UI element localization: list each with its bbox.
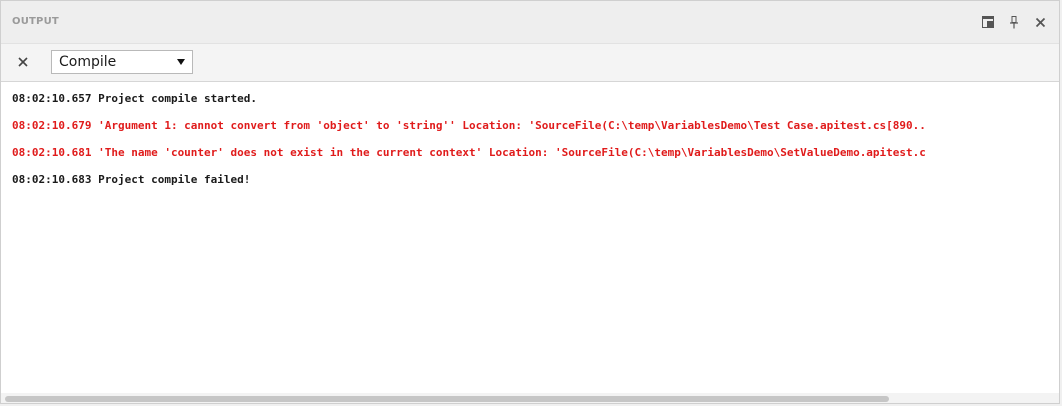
- close-panel-button[interactable]: [1029, 11, 1051, 33]
- horizontal-scrollbar[interactable]: [1, 393, 1059, 403]
- scrollbar-thumb[interactable]: [5, 396, 889, 402]
- panel-title-actions: [977, 11, 1051, 33]
- output-toolbar: Compile: [1, 44, 1059, 82]
- pin-icon: [1010, 15, 1018, 28]
- dropdown-arrow-icon: [177, 59, 185, 65]
- log-line: 08:02:10.679 'Argument 1: cannot convert…: [12, 119, 926, 132]
- output-source-select[interactable]: Compile: [51, 50, 193, 74]
- clear-icon: [18, 57, 28, 67]
- close-icon: [1035, 17, 1045, 27]
- float-window-button[interactable]: [977, 11, 999, 33]
- pin-button[interactable]: [1003, 11, 1025, 33]
- output-log[interactable]: 08:02:10.657 Project compile started. 08…: [1, 82, 1059, 393]
- panel-titlebar: OUTPUT: [1, 1, 1059, 44]
- clear-output-button[interactable]: [13, 52, 33, 72]
- float-window-icon: [982, 16, 994, 28]
- output-panel: OUTPUT Compile 08:02:10.657 Project comp…: [0, 0, 1060, 404]
- log-line: 08:02:10.657 Project compile started.: [12, 92, 258, 105]
- output-source-value: Compile: [59, 54, 117, 70]
- log-line: 08:02:10.681 'The name 'counter' does no…: [12, 146, 926, 159]
- panel-title: OUTPUT: [12, 16, 59, 27]
- log-line: 08:02:10.683 Project compile failed!: [12, 173, 251, 186]
